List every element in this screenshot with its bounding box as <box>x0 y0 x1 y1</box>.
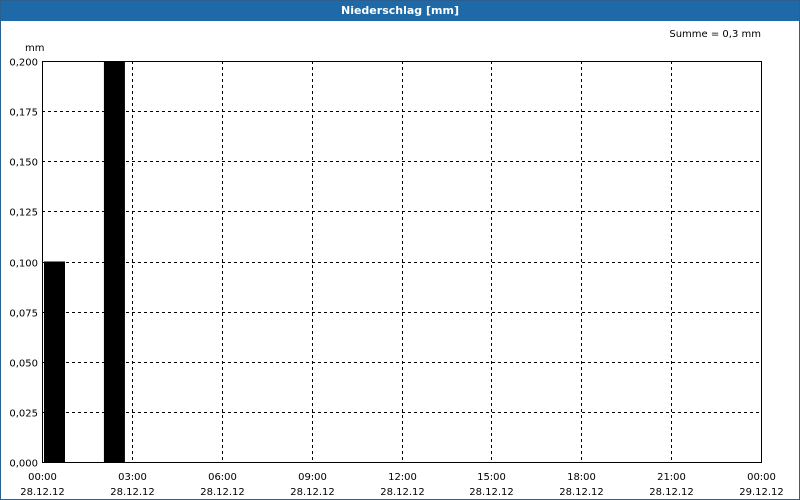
x-tick-date: 28.12.12 <box>380 487 425 498</box>
x-tick-date: 28.12.12 <box>649 487 694 498</box>
y-tick-label: 0,050 <box>9 359 38 370</box>
y-tick-label: 0,000 <box>9 459 38 470</box>
y-tick-label: 0,175 <box>9 108 38 119</box>
y-tick-label: 0,125 <box>9 208 38 219</box>
precipitation-bar <box>44 261 65 462</box>
x-tick-time: 18:00 <box>567 472 596 483</box>
x-tick-labels: 00:0028.12.1203:0028.12.1206:0028.12.120… <box>20 472 784 498</box>
x-tick-time: 00:00 <box>747 472 776 483</box>
x-tick-date: 28.12.12 <box>559 487 604 498</box>
x-tick: 03:00 28.12.12 <box>110 472 155 498</box>
x-tick-time: 21:00 <box>657 472 686 483</box>
x-tick: 18:00 28.12.12 <box>559 472 604 498</box>
x-tick-time: 00:00 <box>28 472 57 483</box>
precipitation-chart: 0,000 0,025 0,050 0,075 0,100 0,125 0,150 0,175… <box>9 29 784 498</box>
chart-window: Niederschlag [mm] 0,000 0,025 0,050 0,075 0,… <box>0 0 800 500</box>
bars <box>44 61 125 462</box>
x-tick-date: 28.12.12 <box>290 487 335 498</box>
y-tick-label: 0,025 <box>9 409 38 420</box>
x-tick-time: 03:00 <box>118 472 147 483</box>
x-tick: 06:00 28.12.12 <box>200 472 245 498</box>
x-tick: 12:00 28.12.12 <box>380 472 425 498</box>
x-tick: 00:00 29.12.12 <box>739 472 784 498</box>
x-tick: 09:00 28.12.12 <box>290 472 335 498</box>
x-tick-time: 12:00 <box>388 472 417 483</box>
grid-lines <box>42 61 761 462</box>
x-tick-date: 28.12.12 <box>20 487 65 498</box>
precipitation-bar <box>103 61 125 462</box>
x-tick-date: 28.12.12 <box>200 487 245 498</box>
x-tick-date: 28.12.12 <box>469 487 514 498</box>
x-tick-time: 15:00 <box>477 472 506 483</box>
y-tick-label: 0,200 <box>9 58 38 69</box>
x-tick: 15:00 28.12.12 <box>469 472 514 498</box>
sum-annotation: Summe = 0,3 mm <box>669 29 761 40</box>
x-tick: 00:00 28.12.12 <box>20 472 65 498</box>
y-axis-unit-label: mm <box>25 43 44 54</box>
y-tick-label: 0,150 <box>9 158 38 169</box>
x-tick-time: 06:00 <box>208 472 237 483</box>
y-tick-labels: 0,000 0,025 0,050 0,075 0,100 0,125 0,150 0,175… <box>9 58 38 470</box>
y-tick-label: 0,100 <box>9 259 38 270</box>
x-tick-time: 09:00 <box>298 472 327 483</box>
x-tick: 21:00 28.12.12 <box>649 472 694 498</box>
y-tick-label: 0,075 <box>9 309 38 320</box>
x-tick-date: 29.12.12 <box>739 487 784 498</box>
x-tick-date: 28.12.12 <box>110 487 155 498</box>
